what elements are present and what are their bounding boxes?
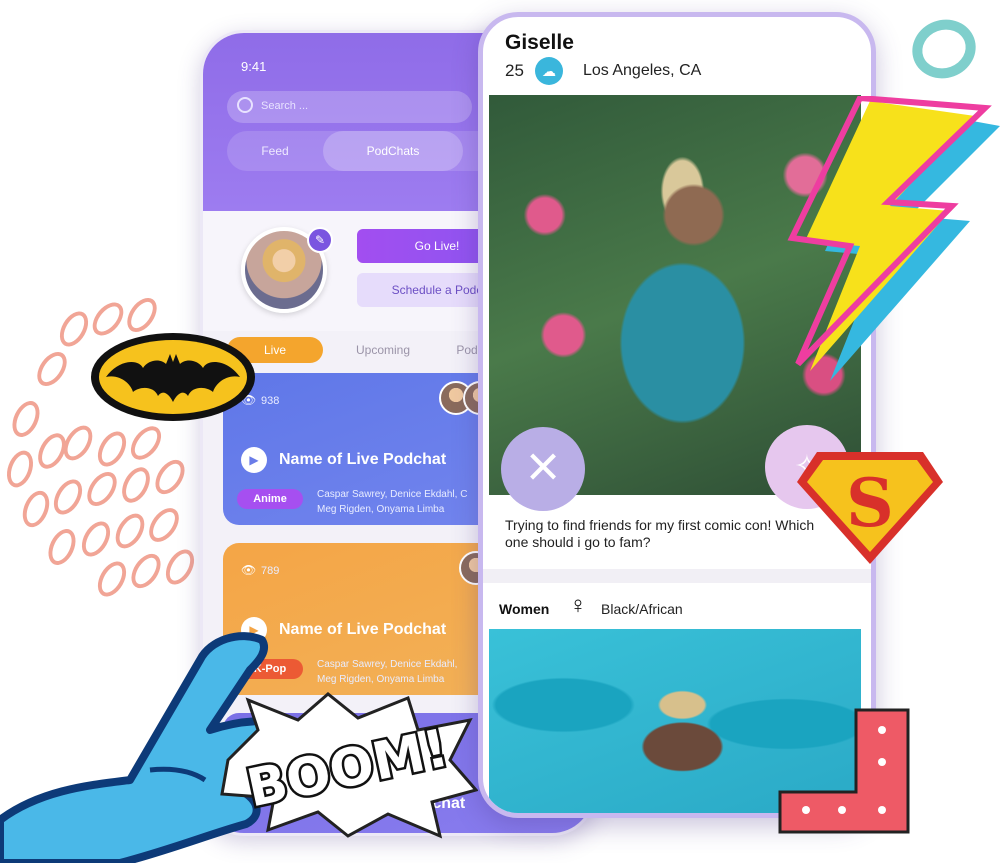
batman-logo-icon — [91, 333, 255, 421]
search-placeholder: Search ... — [261, 100, 309, 112]
teal-ring-doodle — [904, 10, 984, 88]
card-title: Name of Live Podchat — [279, 451, 447, 468]
profile-age: 25 — [505, 61, 524, 80]
boom-burst: BOOM! — [220, 692, 478, 839]
corner-doodle — [778, 708, 910, 834]
cloud-icon: ☁ — [535, 57, 563, 85]
lightning-bolt-icon — [787, 96, 1000, 381]
pencil-icon[interactable]: ✎ — [307, 227, 333, 253]
close-icon[interactable]: × — [501, 427, 585, 511]
category-tag: Anime — [237, 489, 303, 509]
view-count: 938 — [261, 395, 280, 407]
eye-icon: 👁 — [241, 563, 257, 577]
tab-podchats[interactable]: PodChats — [323, 131, 463, 171]
gender-label: Women — [499, 601, 550, 617]
profile-caption: Trying to find friends for my first comi… — [505, 517, 815, 550]
subtab-upcoming[interactable]: Upcoming — [343, 337, 423, 363]
profile-location: Los Angeles, CA — [583, 62, 702, 79]
venus-icon: ♀ — [569, 592, 587, 619]
view-count: 789 — [261, 565, 280, 577]
superman-letter: S — [846, 464, 894, 542]
divider — [483, 569, 871, 583]
tab-feed[interactable]: Feed — [227, 131, 323, 171]
search-input[interactable]: Search ... — [227, 91, 472, 123]
search-icon — [237, 97, 253, 113]
play-icon[interactable]: ▶ — [241, 447, 267, 473]
superman-logo-icon: S — [797, 452, 943, 564]
profile-name: Giselle — [505, 31, 574, 54]
ethnicity-label: Black/African — [601, 601, 683, 617]
status-time: 9:41 — [241, 59, 267, 74]
